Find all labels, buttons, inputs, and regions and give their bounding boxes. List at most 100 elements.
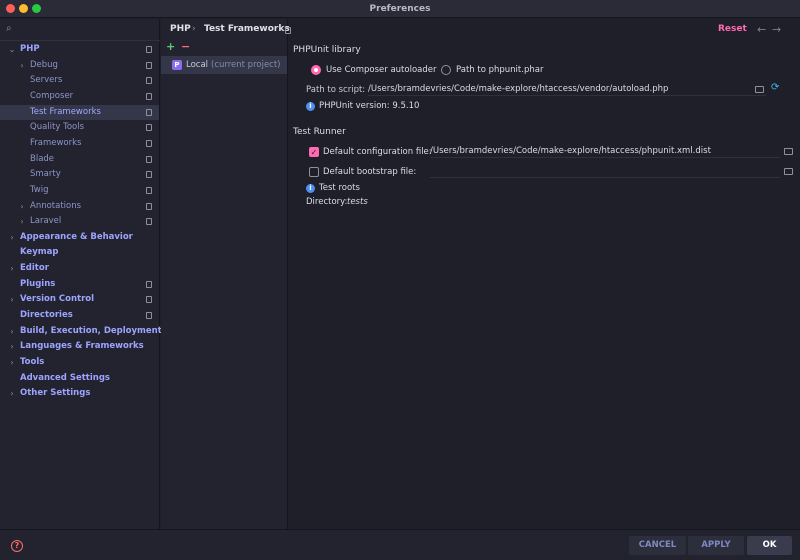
default-bootstrap-label[interactable]: Default bootstrap file: [323, 167, 416, 177]
sidebar-item-label: Plugins [20, 278, 56, 289]
sidebar-item-test-frameworks[interactable]: Test Frameworks [0, 104, 159, 120]
configuration-name: Local [186, 60, 209, 70]
search-input[interactable] [20, 22, 154, 38]
chevron-down-icon[interactable]: ⌄ [7, 42, 17, 57]
composer-autoloader-label[interactable]: Use Composer autoloader [326, 65, 436, 75]
chevron-right-icon[interactable]: › [17, 199, 27, 214]
dialog-footer: ? CANCEL APPLY OK [0, 529, 800, 560]
sidebar-item-version-control[interactable]: › Version Control [0, 292, 159, 307]
sidebar-item-label: Servers [30, 75, 63, 86]
sidebar-item-quality-tools[interactable]: Quality Tools [0, 120, 159, 135]
phpunit-library-title: PHPUnit library [293, 45, 361, 55]
project-scope-icon [146, 61, 152, 69]
sidebar-item-composer[interactable]: Composer [0, 89, 159, 104]
chevron-right-icon[interactable]: › [7, 386, 17, 401]
sidebar-item-label: Laravel [30, 216, 62, 227]
sidebar-item-debug[interactable]: › Debug [0, 58, 159, 73]
sidebar-item-smarty[interactable]: Smarty [0, 167, 159, 182]
sidebar-item-servers[interactable]: Servers [0, 73, 159, 88]
project-scope-icon [146, 124, 152, 132]
search-icon: ⌕ [6, 23, 12, 34]
sidebar-item-blade[interactable]: Blade [0, 152, 159, 167]
sidebar-item-label: Smarty [30, 169, 61, 180]
folder-icon[interactable] [784, 148, 793, 155]
sidebar-item-label: Directories [20, 310, 73, 321]
chevron-right-icon[interactable]: › [7, 355, 17, 370]
refresh-icon[interactable]: ⟳ [771, 82, 779, 93]
sidebar-item-directories[interactable]: Directories [0, 308, 159, 323]
sidebar-item-label: Test Frameworks [30, 106, 101, 117]
chevron-right-icon[interactable]: › [17, 58, 27, 73]
sidebar-item-laravel[interactable]: › Laravel [0, 214, 159, 229]
chevron-right-icon[interactable]: › [7, 230, 17, 245]
sidebar-item-editor[interactable]: › Editor [0, 261, 159, 276]
sidebar-item-build-execution-deployment[interactable]: › Build, Execution, Deployment [0, 324, 161, 339]
cancel-button[interactable]: CANCEL [629, 536, 686, 555]
sidebar-item-label: Blade [30, 153, 55, 164]
sidebar-item-other-settings[interactable]: › Other Settings [0, 386, 159, 401]
sidebar-item-annotations[interactable]: › Annotations [0, 199, 159, 214]
minimize-window-button[interactable] [19, 4, 28, 13]
directory-value: tests [347, 197, 368, 207]
chevron-right-icon[interactable]: › [7, 292, 17, 307]
reset-button[interactable]: Reset [718, 24, 747, 34]
chevron-right-icon[interactable]: › [17, 214, 27, 229]
sidebar-item-label: Composer [30, 90, 74, 101]
default-config-field[interactable]: /Users/bramdevries/Code/make-explore/hta… [430, 144, 780, 158]
php-icon: P [172, 60, 182, 70]
sidebar-item-php[interactable]: ⌄ PHP [0, 42, 159, 57]
chevron-right-icon[interactable]: › [7, 339, 17, 354]
path-to-script-value: /Users/bramdevries/Code/make-explore/hta… [368, 84, 669, 94]
folder-icon[interactable] [784, 168, 793, 175]
sidebar-item-tools[interactable]: › Tools [0, 355, 159, 370]
sidebar-item-label: Advanced Settings [20, 372, 110, 383]
phpunit-phar-radio[interactable] [441, 65, 451, 75]
apply-button[interactable]: APPLY [688, 536, 744, 555]
path-to-script-field[interactable]: /Users/bramdevries/Code/make-explore/hta… [368, 82, 766, 96]
default-config-checkbox[interactable]: ✓ [309, 147, 319, 157]
sidebar-item-frameworks[interactable]: Frameworks [0, 136, 159, 151]
project-scope-icon [146, 139, 152, 147]
composer-autoloader-radio[interactable] [311, 65, 321, 75]
chevron-right-icon[interactable]: › [7, 261, 17, 276]
chevron-right-icon[interactable]: › [7, 324, 17, 339]
sidebar-item-label: Other Settings [20, 388, 91, 399]
phpunit-phar-label[interactable]: Path to phpunit.phar [456, 65, 543, 75]
default-config-label[interactable]: Default configuration file: [323, 147, 432, 157]
folder-icon[interactable] [755, 86, 764, 93]
settings-search: ⌕ [0, 19, 160, 41]
test-roots-label: Test roots [319, 183, 360, 193]
directory-label: Directory: [306, 197, 348, 207]
sidebar-item-label: Frameworks [30, 137, 82, 148]
sidebar-item-label: Tools [20, 357, 45, 367]
sidebar-item-languages-frameworks[interactable]: › Languages & Frameworks [0, 339, 159, 354]
window-title: Preferences [369, 4, 431, 14]
path-to-script-label: Path to script: [306, 85, 366, 95]
sidebar-item-appearance-behavior[interactable]: › Appearance & Behavior [0, 230, 159, 245]
sidebar-item-label: Languages & Frameworks [20, 341, 144, 352]
sidebar-item-label: Editor [20, 263, 49, 274]
maximize-window-button[interactable] [32, 4, 41, 13]
help-icon[interactable]: ? [11, 540, 23, 552]
close-window-button[interactable] [6, 4, 15, 13]
breadcrumb-php[interactable]: PHP [170, 24, 191, 34]
phpunit-version-text: PHPUnit version: 9.5.10 [319, 101, 420, 111]
info-icon: i [306, 184, 315, 193]
add-configuration-button[interactable]: + [166, 41, 175, 53]
project-scope-icon [146, 218, 152, 226]
forward-arrow-icon[interactable]: → [772, 23, 781, 36]
project-scope-icon [146, 186, 152, 194]
sidebar-item-twig[interactable]: Twig [0, 183, 159, 198]
remove-configuration-button[interactable]: − [181, 41, 190, 53]
sidebar-item-advanced-settings[interactable]: Advanced Settings [0, 371, 159, 386]
sidebar-item-plugins[interactable]: Plugins [0, 277, 159, 292]
sidebar-item-label: Debug [30, 59, 58, 70]
sidebar-item-keymap[interactable]: Keymap [0, 245, 159, 260]
default-bootstrap-field[interactable] [430, 164, 780, 178]
ok-button[interactable]: OK [747, 536, 792, 555]
configurations-panel: + − P Local (current project) [161, 19, 288, 529]
configuration-item-local[interactable]: P Local (current project) [161, 56, 287, 74]
breadcrumb-separator: › [192, 24, 196, 34]
default-bootstrap-checkbox[interactable] [309, 167, 319, 177]
back-arrow-icon[interactable]: ← [757, 23, 766, 36]
